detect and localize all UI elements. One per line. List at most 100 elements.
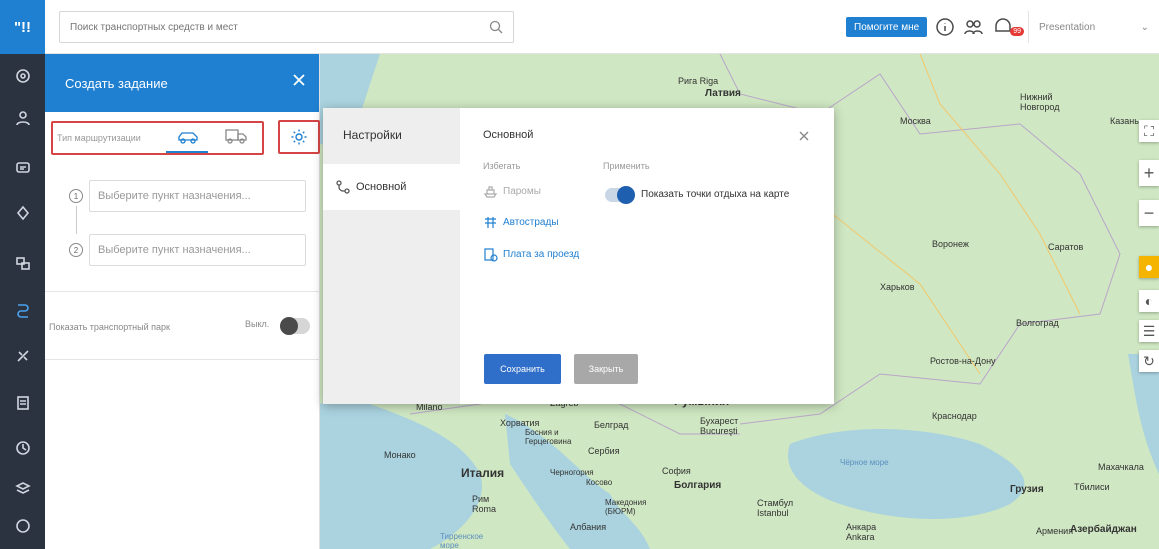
app-root: "!! Помогите мне 99 Presentation ⌄ [0, 0, 1159, 549]
map-label-croatia: Хорватия [500, 418, 540, 428]
stop-1: 1 [69, 180, 309, 234]
truck-icon[interactable] [225, 127, 247, 145]
divider [45, 359, 320, 360]
location-icon[interactable] [0, 195, 45, 231]
map-label-ankara: Анкара Ankara [846, 522, 877, 542]
tools-icon[interactable] [0, 338, 45, 374]
account-label: Presentation [1039, 21, 1096, 33]
map-label-nizhny: Нижний Новгород [1020, 92, 1060, 112]
map-label-krasnodar: Краснодар [932, 411, 977, 421]
notification-badge: 99 [1010, 27, 1024, 36]
map-label-italy: Италия [461, 466, 505, 480]
destination-input[interactable] [89, 180, 306, 212]
map-label-black-sea: Чёрное море [840, 458, 889, 467]
avoid-highways-option[interactable]: Автострады [483, 215, 559, 230]
avoid-tolls-option[interactable]: Плата за проезд [483, 247, 579, 262]
close-button[interactable]: Закрыть [574, 354, 638, 384]
map-label-makhachkala: Махачкала [1098, 462, 1144, 472]
documents-icon[interactable] [0, 385, 45, 421]
routing-type-active-indicator [166, 151, 208, 153]
map-label-saratov: Саратов [1048, 242, 1084, 252]
settings-tab-label: Основной [356, 181, 407, 193]
stop-2: 2 [69, 234, 309, 266]
street-view-icon[interactable]: ● [1139, 256, 1159, 278]
layer-toggle-icon[interactable]: ◐ [1139, 290, 1159, 312]
rest-points-label: Показать точки отдыха на карте [641, 189, 790, 200]
dashboard-icon[interactable] [0, 58, 45, 94]
map-label-bosnia: Босния и Герцеговина [525, 428, 572, 446]
option-label: Плата за проезд [503, 249, 580, 260]
rest-points-toggle[interactable] [605, 186, 635, 204]
map-label-belgrade: Белград [594, 420, 629, 430]
destination-input[interactable] [89, 234, 306, 266]
map-label-bulgaria: Болгария [674, 480, 722, 491]
users-icon[interactable] [963, 17, 983, 37]
save-button[interactable]: Сохранить [484, 354, 561, 384]
more-icon[interactable] [0, 508, 45, 544]
map-label-latvia: Латвия [705, 88, 741, 99]
map-label-kharkov: Харьков [880, 282, 915, 292]
gear-icon [291, 129, 307, 145]
option-label: Паромы [503, 186, 541, 197]
modal-title: Основной [483, 129, 534, 141]
left-rail: "!! [0, 0, 45, 549]
map-label-tbilisi: Тбилиси [1074, 482, 1110, 492]
route-icon [336, 180, 350, 194]
settings-sidebar-title: Настройки [343, 128, 402, 142]
fleet-state-label: Выкл. [245, 319, 270, 329]
toggle-knob [617, 186, 635, 204]
map-label-istanbul: Стамбул Istanbul [757, 498, 794, 518]
info-icon[interactable] [935, 17, 955, 37]
panel-title: Создать задание [65, 75, 168, 91]
highway-icon [485, 217, 496, 228]
settings-tab-basic[interactable]: Основной [323, 164, 460, 210]
map-label-voronezh: Воронеж [932, 239, 969, 249]
map-label-armenia: Армения [1036, 526, 1074, 536]
layers-icon[interactable] [0, 470, 45, 506]
ferry-icon [483, 186, 498, 198]
settings-sidebar: Настройки Основной [323, 108, 460, 404]
map-label-riga: Рига Riga [678, 76, 719, 86]
help-button[interactable]: Помогите мне [846, 17, 928, 37]
settings-modal: Настройки Основной Основной Избегать При… [323, 108, 834, 404]
zoom-in-button[interactable]: + [1139, 160, 1159, 186]
route-settings-button[interactable] [278, 120, 320, 154]
search-input[interactable] [60, 12, 460, 42]
account-select[interactable]: Presentation ⌄ [1028, 11, 1159, 43]
divider [45, 291, 320, 292]
panel-header: Создать задание [45, 54, 319, 112]
map-label-serbia: Сербия [588, 446, 620, 456]
close-icon[interactable] [291, 72, 307, 88]
fleet-toggle[interactable] [280, 317, 310, 335]
history-icon[interactable] [0, 430, 45, 466]
refresh-icon[interactable]: ↻ [1139, 350, 1159, 372]
map-label-montenegro: Черногория [550, 468, 594, 477]
notifications-icon[interactable]: 99 [993, 17, 1024, 37]
avoid-ferries-option[interactable]: Паромы [483, 184, 541, 199]
close-icon[interactable] [798, 129, 810, 141]
zoom-out-button[interactable]: − [1139, 200, 1159, 226]
stop-number: 2 [69, 243, 83, 257]
map-label-kazan: Казань [1110, 116, 1139, 126]
user-icon[interactable] [0, 100, 45, 136]
map-label-tyrrhenian: Тирренское море [440, 532, 484, 549]
map-label-azerbaijan: Азербайджан [1070, 524, 1137, 535]
map-label-bucharest: Бухарест Bucureşti [700, 416, 739, 436]
fleet-label: Показать транспортный парк [49, 322, 170, 332]
search-icon[interactable] [489, 20, 503, 34]
car-icon[interactable] [177, 129, 199, 145]
top-bar: Помогите мне 99 Presentation ⌄ [45, 0, 1159, 54]
traffic-icon[interactable]: ☰ [1139, 320, 1159, 342]
avoid-header: Избегать [483, 161, 521, 171]
objects-icon[interactable] [0, 245, 45, 281]
app-logo[interactable]: "!! [0, 0, 45, 54]
map-label-georgia: Грузия [1010, 484, 1044, 495]
map-label-albania: Албания [570, 522, 607, 532]
fullscreen-icon[interactable]: ⛶ [1139, 120, 1159, 142]
routes-icon[interactable] [0, 292, 45, 328]
stop-connector [76, 206, 77, 234]
map-label-monaco: Монако [384, 450, 416, 460]
chat-icon[interactable] [0, 150, 45, 186]
map-label-macedonia: Македония (БЮРМ) [605, 498, 647, 516]
map-label-moscow: Москва [900, 116, 931, 126]
